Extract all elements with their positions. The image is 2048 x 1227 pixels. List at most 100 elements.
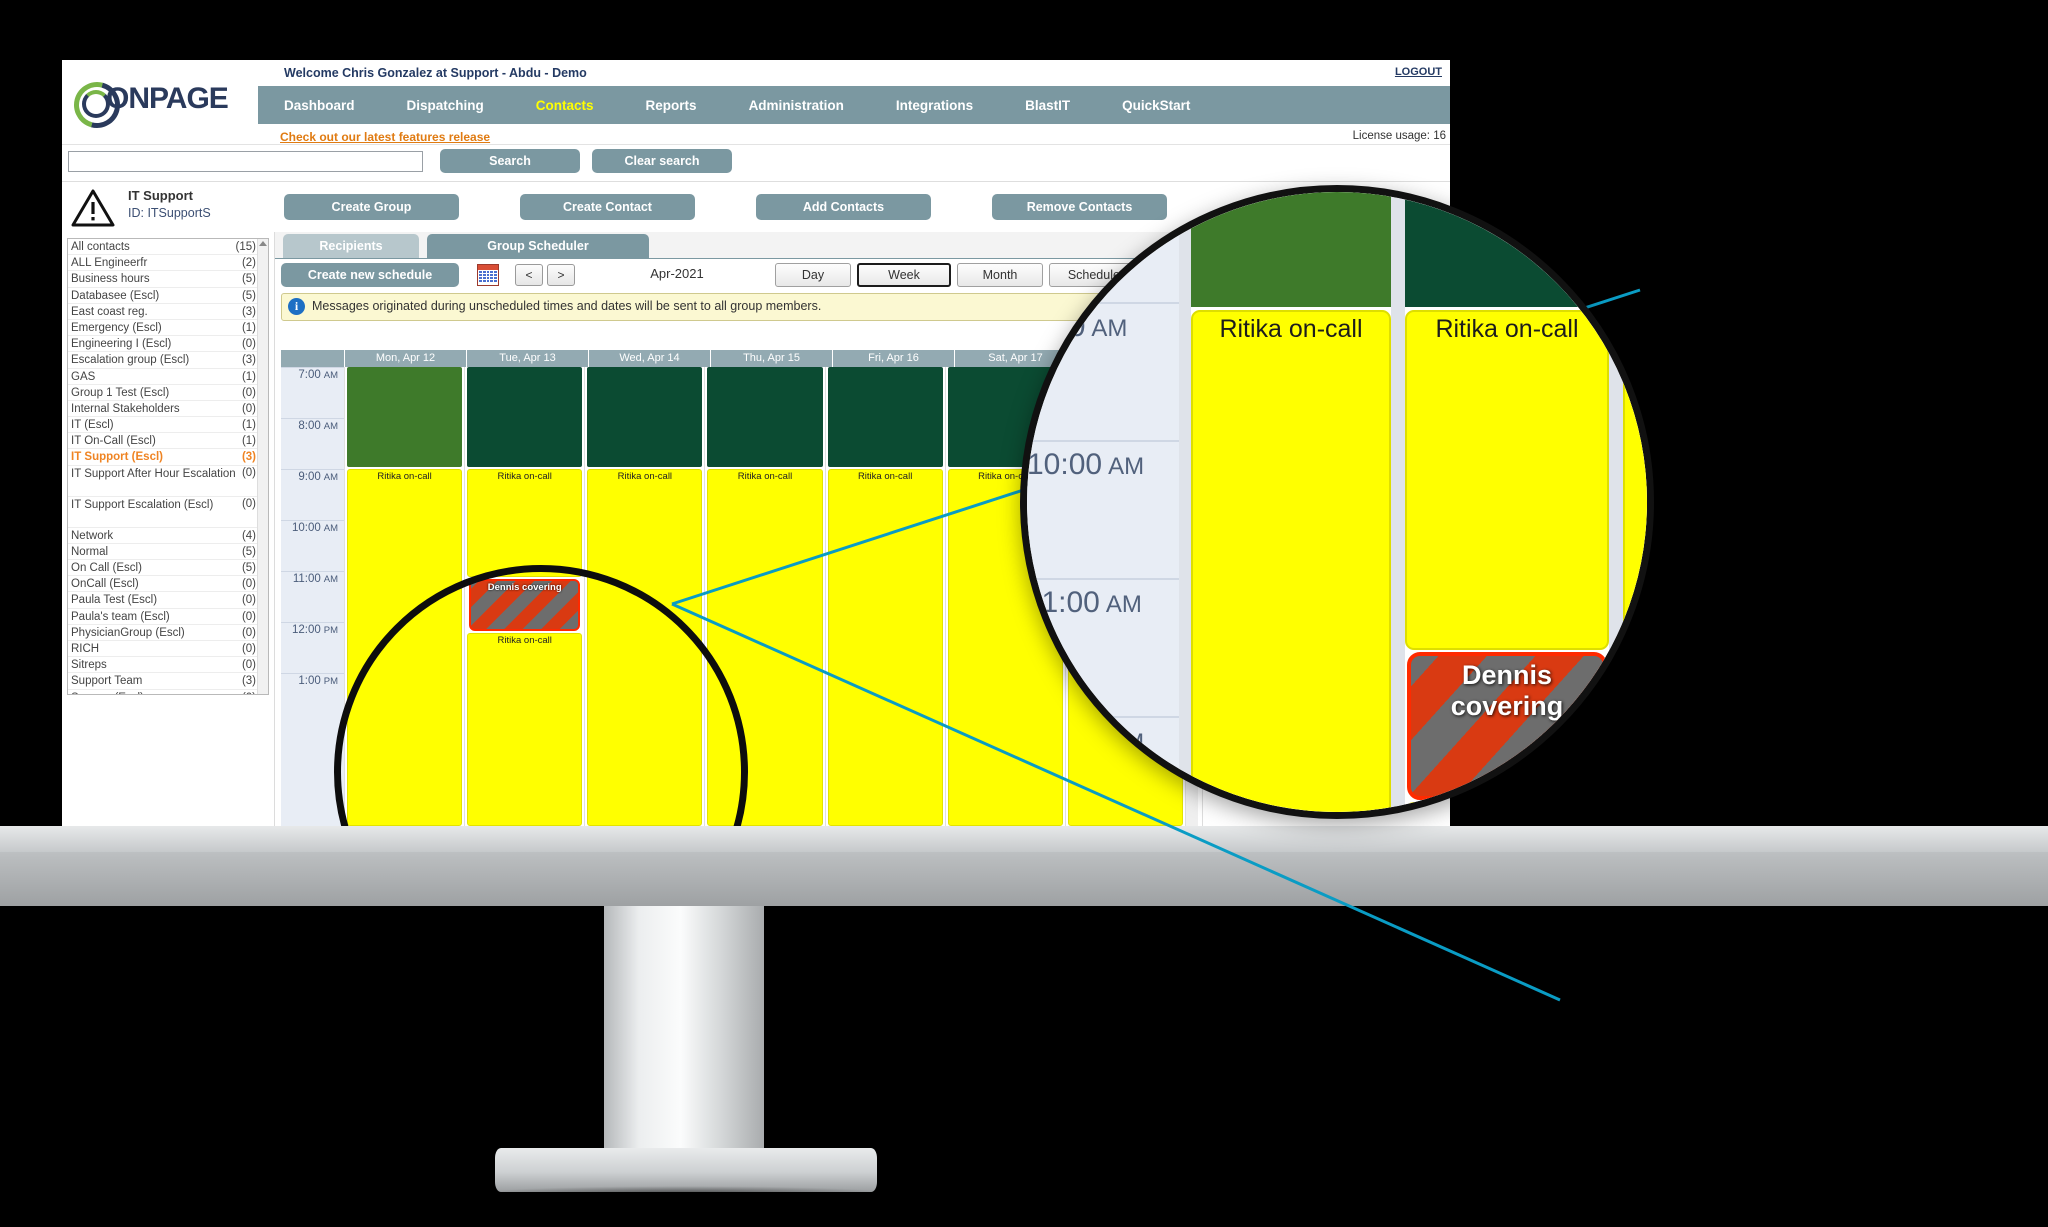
contact-group-item[interactable]: IT Support Escalation (Escl) (0) [68,497,268,528]
contact-group-item[interactable]: IT On-Call (Escl) (1) [68,433,268,450]
contact-group-count: (3) [241,354,256,367]
view-day-button[interactable]: Day [775,263,851,287]
contact-group-count: (0) [241,578,256,591]
contact-group-item[interactable]: Surgery (Escl) (0) [68,690,268,695]
contact-group-item[interactable]: ALL Engineerfr (2) [68,255,268,272]
add-contacts-button[interactable]: Add Contacts [756,194,931,220]
magnified-oncall-block-2[interactable]: Ritika on-call [1405,310,1609,650]
main-navigation: Dashboard Dispatching Contacts Reports Admin… [258,86,1450,124]
magnified-covering-block[interactable]: Dennis covering [1407,652,1607,800]
contact-group-item[interactable]: Escalation group (Escl) (3) [68,352,268,369]
contact-group-item[interactable]: PhysicianGroup (Escl) (0) [68,625,268,641]
contact-group-item[interactable]: East coast reg. (3) [68,304,268,320]
oncall-block[interactable]: Ritika on-call [707,469,823,826]
prev-period-button[interactable]: < [515,264,543,286]
nav-item-contacts[interactable]: Contacts [510,98,620,113]
contact-group-item[interactable]: OnCall (Escl) (0) [68,576,268,593]
contact-group-item[interactable]: Sitreps (0) [68,657,268,674]
search-button[interactable]: Search [440,149,580,173]
contact-group-item[interactable]: IT (Escl) (1) [68,417,268,434]
next-period-button[interactable]: > [547,264,575,286]
calendar-hour-line [281,673,344,674]
contact-list-scrollbar[interactable] [257,239,268,694]
calendar-picker-icon[interactable] [477,264,499,286]
oncall-block[interactable]: Ritika on-call [467,469,583,577]
contact-group-label: Paula's team (Escl) [71,610,170,623]
covering-block[interactable]: Dennis covering [469,579,581,631]
clear-search-button[interactable]: Clear search [592,149,732,173]
contact-group-item[interactable]: Business hours (5) [68,271,268,288]
contact-group-item[interactable]: Internal Stakeholders (0) [68,401,268,418]
contact-group-count: (1) [241,321,256,334]
calendar-time-meridiem: PM [323,625,338,636]
oncall-block[interactable]: Ritika on-call [827,469,943,826]
contact-group-label: ALL Engineerfr [71,257,148,270]
unscheduled-block[interactable] [467,367,583,467]
nav-item-integrations[interactable]: Integrations [870,98,999,113]
magnified-time-11am: 11:00 AM [1027,586,1142,619]
contact-group-label: Databasee (Escl) [71,289,160,302]
contact-group-item[interactable]: Engineering I (Escl) (0) [68,336,268,353]
onpage-logo[interactable]: ONPAGE [65,73,248,137]
logo-text: ONPAGE [106,82,229,115]
contact-group-item[interactable]: Databasee (Escl) (5) [68,288,268,304]
view-week-button[interactable]: Week [857,263,951,287]
contact-group-count: (0) [241,338,256,351]
contact-group-item[interactable]: Paula Test (Escl) (0) [68,592,268,609]
monitor-shadow [470,1186,900,1202]
nav-item-quickstart[interactable]: QuickStart [1096,98,1216,113]
unscheduled-block[interactable] [707,367,823,467]
contact-group-count: (0) [241,402,256,415]
contact-group-item[interactable]: All contacts (15) [68,239,268,256]
nav-item-reports[interactable]: Reports [620,98,723,113]
logout-link[interactable]: LOGOUT [1395,66,1442,78]
oncall-block[interactable]: Ritika on-call [467,633,583,826]
contact-group-item[interactable]: Network (4) [68,528,268,544]
nav-item-dashboard[interactable]: Dashboard [258,98,381,113]
create-group-button[interactable]: Create Group [284,194,459,220]
contact-group-item[interactable]: Support Team (3) [68,673,268,690]
calendar-time-meridiem: AM [323,370,338,381]
contact-group-item[interactable]: RICH (0) [68,641,268,658]
nav-item-blastit[interactable]: BlastIT [999,98,1096,113]
scroll-up-arrow-icon[interactable] [259,241,267,246]
create-new-schedule-button[interactable]: Create new schedule [281,263,459,287]
unscheduled-block[interactable] [347,367,463,467]
contact-group-label: Network [71,529,114,542]
contact-group-count: (0) [241,497,256,510]
unscheduled-block[interactable] [827,367,943,467]
features-release-link[interactable]: Check out our latest features release [280,130,490,144]
oncall-block[interactable]: Ritika on-call [587,469,703,826]
magnified-oncall-block-1[interactable]: Ritika on-call [1191,310,1391,812]
create-contact-button[interactable]: Create Contact [520,194,695,220]
tab-group-scheduler[interactable]: Group Scheduler [427,234,649,258]
contact-group-list[interactable]: All contacts (15) ALL Engineerfr (2) Busines… [67,238,269,695]
contact-group-count: (0) [242,690,256,695]
contact-group-label: All contacts [71,241,130,253]
contact-group-item[interactable]: Paula's team (Escl) (0) [68,609,268,625]
magnified-oncall-block-4[interactable]: Ritika on-c [1623,310,1647,812]
nav-item-dispatching[interactable]: Dispatching [381,98,510,113]
contact-group-item[interactable]: Group 1 Test (Escl) (0) [68,385,268,401]
calendar-day-column: Ritika on-call [344,367,465,826]
oncall-label: Ritika on-call [497,471,552,482]
contact-group-item[interactable]: IT Support (Escl) (3) [68,449,268,466]
search-input[interactable] [68,151,423,172]
oncall-label: Ritika on-call [857,471,913,482]
contact-group-label: Group 1 Test (Escl) [71,386,170,399]
oncall-block[interactable]: Ritika on-call [347,469,463,826]
contact-group-label: Sitreps [71,659,107,672]
contact-group-item[interactable]: On Call (Escl) (5) [68,560,268,577]
magnified-unscheduled-block [1191,192,1391,307]
contact-group-item[interactable]: Normal (5) [68,544,268,560]
tab-recipients[interactable]: Recipients [283,234,419,258]
nav-item-administration[interactable]: Administration [723,98,870,113]
contact-group-item[interactable]: IT Support After Hour Escalation (0) [68,466,268,497]
contact-group-item[interactable]: Emergency (Escl) (1) [68,320,268,337]
contact-group-item[interactable]: GAS (1) [68,369,268,385]
unscheduled-block[interactable] [587,367,703,467]
calendar-time-column: 7:00 AM 8:00 AM 9:00 AM 10:00 AM 11:00 AM 12:00 PM 1… [281,367,344,826]
magnified-unscheduled-block-3 [1623,192,1647,307]
info-banner-text: Messages originated during unscheduled t… [312,299,822,313]
contact-group-label: IT Support After Hour Escalation [71,467,236,480]
